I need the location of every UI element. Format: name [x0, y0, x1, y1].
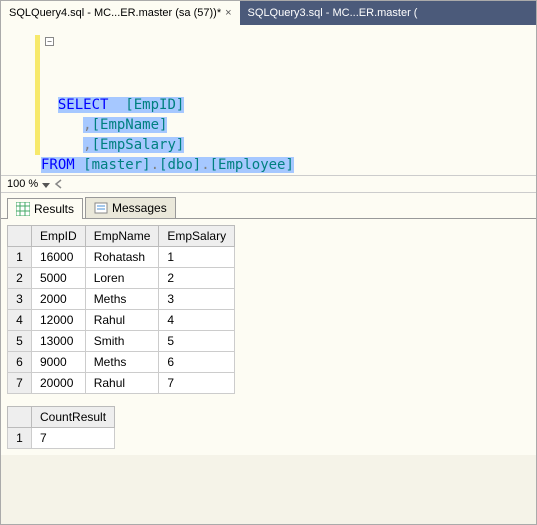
cell[interactable]: 3 [159, 289, 235, 310]
results-grid-1[interactable]: EmpID EmpName EmpSalary 116000Rohatash12… [7, 225, 235, 394]
cell[interactable]: 13000 [32, 331, 86, 352]
row-number[interactable]: 1 [8, 247, 32, 268]
tab-results[interactable]: Results [7, 198, 83, 219]
cell[interactable]: 9000 [32, 352, 86, 373]
close-icon[interactable]: × [225, 7, 231, 19]
results-tabbar: Results Messages [1, 193, 536, 219]
collapse-toggle[interactable]: − [45, 37, 54, 46]
cell[interactable]: Smith [85, 331, 159, 352]
cell[interactable]: Meths [85, 352, 159, 373]
cell[interactable]: 5000 [32, 268, 86, 289]
row-number[interactable]: 5 [8, 331, 32, 352]
messages-icon [94, 201, 108, 215]
col-countresult: CountResult [32, 407, 115, 428]
zoom-bar: 100 % [1, 175, 536, 193]
tab-sqlquery4[interactable]: SQLQuery4.sql - MC...ER.master (sa (57))… [1, 1, 240, 25]
tab-label: SQLQuery4.sql - MC...ER.master (sa (57))… [9, 7, 221, 19]
cell[interactable]: 12000 [32, 310, 86, 331]
col-empid: EmpID [32, 226, 86, 247]
row-number[interactable]: 3 [8, 289, 32, 310]
results-grid-2[interactable]: CountResult 17 [7, 406, 115, 449]
cell[interactable]: 2000 [32, 289, 86, 310]
row-number[interactable]: 4 [8, 310, 32, 331]
row-number[interactable]: 2 [8, 268, 32, 289]
cell[interactable]: 7 [32, 428, 115, 449]
cell[interactable]: 5 [159, 331, 235, 352]
tab-messages[interactable]: Messages [85, 197, 176, 218]
table-row[interactable]: 116000Rohatash1 [8, 247, 235, 268]
grid-icon [16, 202, 30, 216]
col-empname: EmpName [85, 226, 159, 247]
table-row[interactable]: 25000Loren2 [8, 268, 235, 289]
scroll-left-icon[interactable] [54, 179, 64, 189]
table-row[interactable]: 513000Smith5 [8, 331, 235, 352]
results-pane: EmpID EmpName EmpSalary 116000Rohatash12… [1, 219, 536, 455]
table-row[interactable]: 720000Rahul7 [8, 373, 235, 394]
table-row[interactable]: 69000Meths6 [8, 352, 235, 373]
tab-messages-label: Messages [112, 201, 167, 215]
zoom-value[interactable]: 100 % [7, 178, 38, 190]
cell[interactable]: Rohatash [85, 247, 159, 268]
col-rownum [8, 407, 32, 428]
table-row[interactable]: 32000Meths3 [8, 289, 235, 310]
cell[interactable]: 4 [159, 310, 235, 331]
cell[interactable]: Loren [85, 268, 159, 289]
cell[interactable]: 6 [159, 352, 235, 373]
cell[interactable]: 16000 [32, 247, 86, 268]
sql-editor[interactable]: − SELECT [EmpID] ,[EmpName] ,[EmpSalary]… [1, 25, 536, 175]
cell[interactable]: Rahul [85, 373, 159, 394]
zoom-dropdown-icon[interactable] [42, 180, 50, 188]
cell[interactable]: 1 [159, 247, 235, 268]
tab-results-label: Results [34, 202, 74, 216]
tab-label: SQLQuery3.sql - MC...ER.master ( [248, 7, 418, 19]
col-rownum [8, 226, 32, 247]
cell[interactable]: 2 [159, 268, 235, 289]
cell[interactable]: Meths [85, 289, 159, 310]
row-number[interactable]: 7 [8, 373, 32, 394]
cell[interactable]: Rahul [85, 310, 159, 331]
col-empsalary: EmpSalary [159, 226, 235, 247]
row-number[interactable]: 1 [8, 428, 32, 449]
table-row[interactable]: 412000Rahul4 [8, 310, 235, 331]
table-row[interactable]: 17 [8, 428, 115, 449]
tab-sqlquery3[interactable]: SQLQuery3.sql - MC...ER.master ( [240, 1, 426, 25]
cell[interactable]: 20000 [32, 373, 86, 394]
change-marker [35, 35, 40, 155]
row-number[interactable]: 6 [8, 352, 32, 373]
cell[interactable]: 7 [159, 373, 235, 394]
editor-tabbar: SQLQuery4.sql - MC...ER.master (sa (57))… [1, 1, 536, 25]
